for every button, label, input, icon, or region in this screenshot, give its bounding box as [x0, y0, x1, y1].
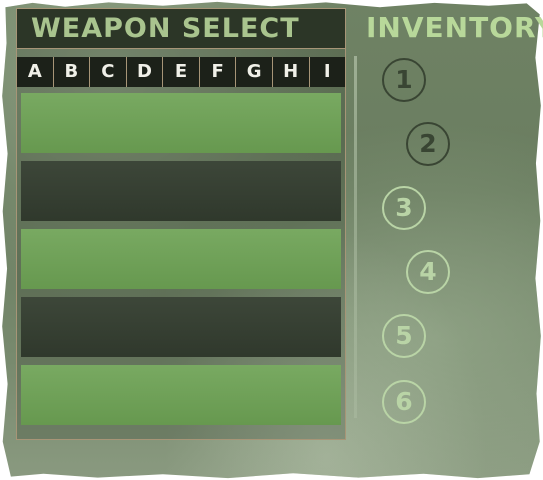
weapon-list-row-2[interactable]: [21, 161, 341, 221]
weapon-select-panel: WEAPON SELECT A B C D E F G H I: [16, 8, 346, 440]
weapon-select-title: WEAPON SELECT: [31, 13, 300, 44]
inventory-divider: [354, 56, 357, 418]
inventory-slot-4[interactable]: 4: [406, 250, 450, 294]
inventory-slot-6[interactable]: 6: [382, 380, 426, 424]
inventory-slot-5[interactable]: 5: [382, 314, 426, 358]
weapon-list-row-5[interactable]: [21, 365, 341, 425]
inventory-slot-1[interactable]: 1: [382, 58, 426, 102]
weapon-slot-i[interactable]: I: [308, 57, 346, 87]
weapon-slot-e[interactable]: E: [162, 57, 199, 87]
weapon-select-header: WEAPON SELECT: [17, 9, 345, 49]
weapon-slot-b[interactable]: B: [52, 57, 90, 87]
inventory-slot-3[interactable]: 3: [382, 186, 426, 230]
weapon-slot-d[interactable]: D: [125, 57, 163, 87]
weapon-list-row-3[interactable]: [21, 229, 341, 289]
weapon-slot-f[interactable]: F: [198, 57, 236, 87]
weapon-slot-h[interactable]: H: [271, 57, 309, 87]
weapon-slot-c[interactable]: C: [89, 57, 126, 87]
weapon-list-row-1[interactable]: [21, 93, 341, 153]
inventory-slot-2[interactable]: 2: [406, 122, 450, 166]
weapon-slot-a[interactable]: A: [17, 57, 53, 87]
inventory-title: INVENTORY: [366, 11, 543, 44]
weapon-list-row-4[interactable]: [21, 297, 341, 357]
weapon-slot-g[interactable]: G: [235, 57, 272, 87]
weapon-slot-row: A B C D E F G H I: [17, 49, 346, 93]
